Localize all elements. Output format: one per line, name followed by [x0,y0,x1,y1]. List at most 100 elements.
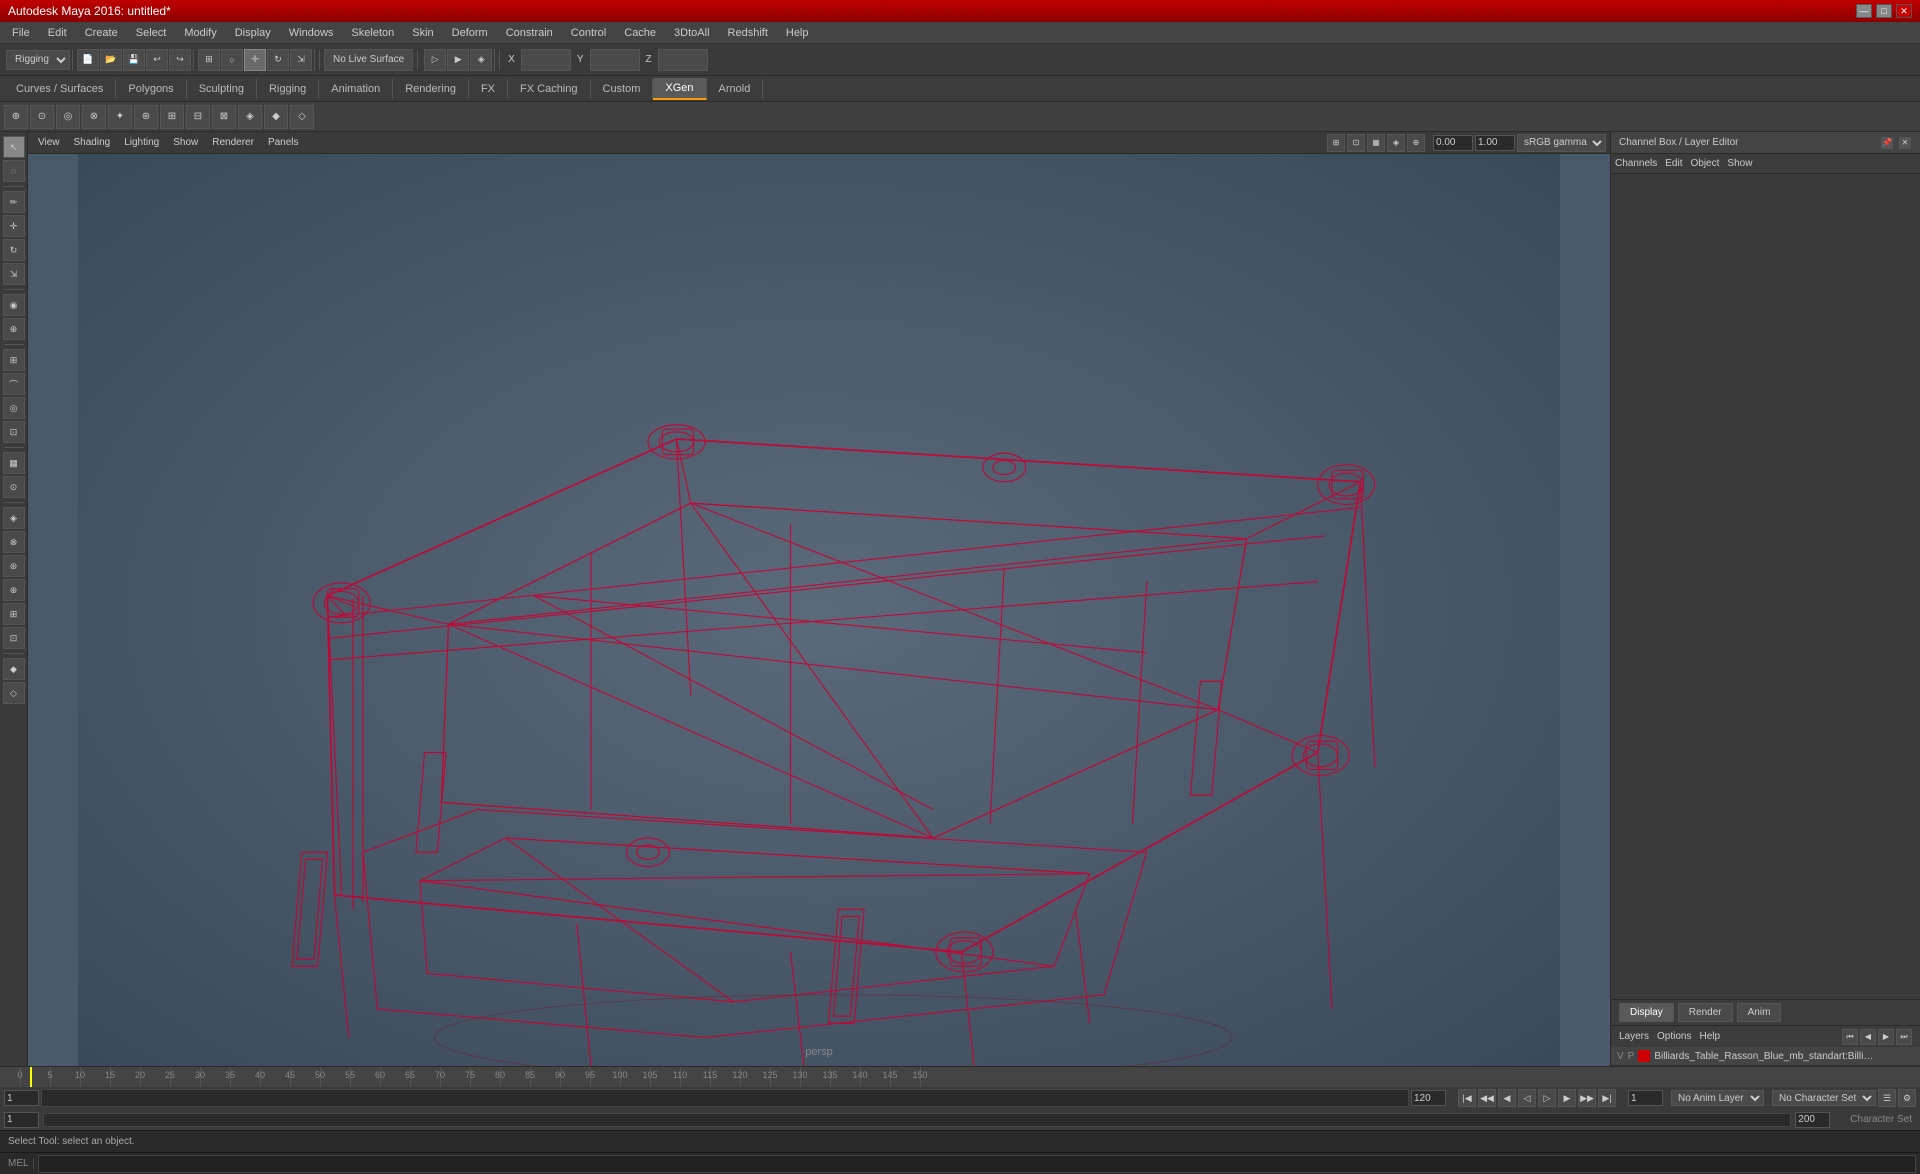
tab-render[interactable]: Render [1678,1003,1733,1022]
menu-edit[interactable]: Edit [40,25,75,41]
range-slider[interactable] [43,1113,1791,1127]
lasso-btn[interactable]: ○ [221,49,243,71]
shelf-icon-5[interactable]: ✦ [108,105,132,129]
shelf-icon-4[interactable]: ⊗ [82,105,106,129]
ipr-btn[interactable]: ◈ [470,49,492,71]
open-btn[interactable]: 📂 [100,49,122,71]
gamma-select[interactable]: sRGB gamma [1517,134,1606,152]
vp-btn-2[interactable]: ⊡ [1347,134,1365,152]
render-seq-btn[interactable]: ▶ [447,49,469,71]
menu-select[interactable]: Select [128,25,175,41]
tab-anim[interactable]: Anim [1737,1003,1782,1022]
menu-3dtoall[interactable]: 3DtoAll [666,25,717,41]
rotate-btn[interactable]: ↻ [267,49,289,71]
timeline-start-frame[interactable] [4,1090,39,1106]
play-start-btn[interactable]: |◀ [1458,1089,1476,1107]
select-tool-btn[interactable]: ↖ [3,136,25,158]
new-scene-btn[interactable]: 📄 [77,49,99,71]
panel-close-btn[interactable]: ✕ [1898,136,1912,150]
vp-btn-5[interactable]: ⊕ [1407,134,1425,152]
panel-pin-btn[interactable]: 📌 [1880,136,1894,150]
channel-menu-show[interactable]: Show [1727,158,1752,169]
anim-layer-select[interactable]: No Anim Layer [1671,1090,1764,1106]
select-all-btn[interactable]: ⊞ [198,49,220,71]
tab-fx-caching[interactable]: FX Caching [508,79,590,99]
move-tool-btn[interactable]: ✛ [3,215,25,237]
viewport-menu-lighting[interactable]: Lighting [118,135,165,150]
soft-select-btn[interactable]: ◉ [3,294,25,316]
menu-control[interactable]: Control [563,25,614,41]
misc-btn-3[interactable]: ⊛ [3,555,25,577]
timeline-scrubber[interactable] [41,1089,1409,1107]
prev-frame-btn[interactable]: ◀ [1498,1089,1516,1107]
scale-tool-btn[interactable]: ⇲ [3,263,25,285]
shelf-icon-1[interactable]: ⊕ [4,105,28,129]
shelf-icon-9[interactable]: ⊠ [212,105,236,129]
snap-view-btn[interactable]: ⊡ [3,421,25,443]
viewport-menu-renderer[interactable]: Renderer [206,135,260,150]
shelf-icon-11[interactable]: ◆ [264,105,288,129]
show-manip-btn[interactable]: ⊕ [3,318,25,340]
tab-arnold[interactable]: Arnold [707,79,764,99]
close-button[interactable]: ✕ [1896,4,1912,18]
menu-redshift[interactable]: Redshift [720,25,776,41]
maximize-button[interactable]: □ [1876,4,1892,18]
tab-rendering[interactable]: Rendering [393,79,469,99]
layer-nav-prev[interactable]: ◀ [1860,1029,1876,1045]
menu-skin[interactable]: Skin [404,25,441,41]
snap-curve-btn[interactable]: ⌒ [3,373,25,395]
channel-menu-channels[interactable]: Channels [1615,158,1657,169]
shelf-icon-10[interactable]: ◈ [238,105,262,129]
viewport-value2[interactable] [1475,135,1515,151]
menu-skeleton[interactable]: Skeleton [343,25,402,41]
shelf-icon-2[interactable]: ⊙ [30,105,54,129]
layer-menu-help[interactable]: Help [1699,1031,1720,1042]
tab-curves-surfaces[interactable]: Curves / Surfaces [4,79,116,99]
shelf-icon-8[interactable]: ⊟ [186,105,210,129]
minimize-button[interactable]: — [1856,4,1872,18]
tab-custom[interactable]: Custom [591,79,654,99]
menu-display[interactable]: Display [227,25,279,41]
misc-btn-5[interactable]: ⊞ [3,603,25,625]
paint-tool-btn[interactable]: ✏ [3,191,25,213]
rotate-tool-btn[interactable]: ↻ [3,239,25,261]
range-start-input[interactable] [4,1112,39,1128]
tab-animation[interactable]: Animation [319,79,393,99]
scale-btn[interactable]: ⇲ [290,49,312,71]
layer-nav-first[interactable]: ⏮ [1842,1029,1858,1045]
viewport-3d[interactable]: persp [28,154,1610,1066]
viewport-menu-panels[interactable]: Panels [262,135,305,150]
layer-menu-layers[interactable]: Layers [1619,1031,1649,1042]
camera-btn[interactable]: ⊙ [3,476,25,498]
channel-menu-object[interactable]: Object [1691,158,1720,169]
snap-grid-btn[interactable]: ⊞ [3,349,25,371]
no-live-surface-button[interactable]: No Live Surface [324,49,413,71]
shelf-icon-6[interactable]: ⊛ [134,105,158,129]
tab-sculpting[interactable]: Sculpting [187,79,257,99]
channel-menu-edit[interactable]: Edit [1665,158,1682,169]
undo-btn[interactable]: ↩ [146,49,168,71]
menu-deform[interactable]: Deform [444,25,496,41]
lasso-tool-btn[interactable]: ◌ [3,160,25,182]
tab-rigging[interactable]: Rigging [257,79,319,99]
y-input[interactable] [590,49,640,71]
snap-point-btn[interactable]: ◎ [3,397,25,419]
layer-nav-next[interactable]: ▶ [1878,1029,1894,1045]
play-back-btn[interactable]: ◁ [1518,1089,1536,1107]
x-input[interactable] [521,49,571,71]
render-btn[interactable]: ▷ [424,49,446,71]
misc-btn-6[interactable]: ⊡ [3,627,25,649]
menu-cache[interactable]: Cache [616,25,664,41]
menu-modify[interactable]: Modify [176,25,224,41]
play-fwd-btn[interactable]: ▷ [1538,1089,1556,1107]
range-end-input[interactable] [1795,1112,1830,1128]
viewport-menu-show[interactable]: Show [167,135,204,150]
step-fwd-btn[interactable]: ▶▶ [1578,1089,1596,1107]
layer-nav-last[interactable]: ⏭ [1896,1029,1912,1045]
misc-btn-4[interactable]: ⊕ [3,579,25,601]
char-set-icon[interactable]: ☰ [1878,1089,1896,1107]
save-btn[interactable]: 💾 [123,49,145,71]
menu-help[interactable]: Help [778,25,817,41]
misc-btn-1[interactable]: ◈ [3,507,25,529]
vp-btn-1[interactable]: ⊞ [1327,134,1345,152]
